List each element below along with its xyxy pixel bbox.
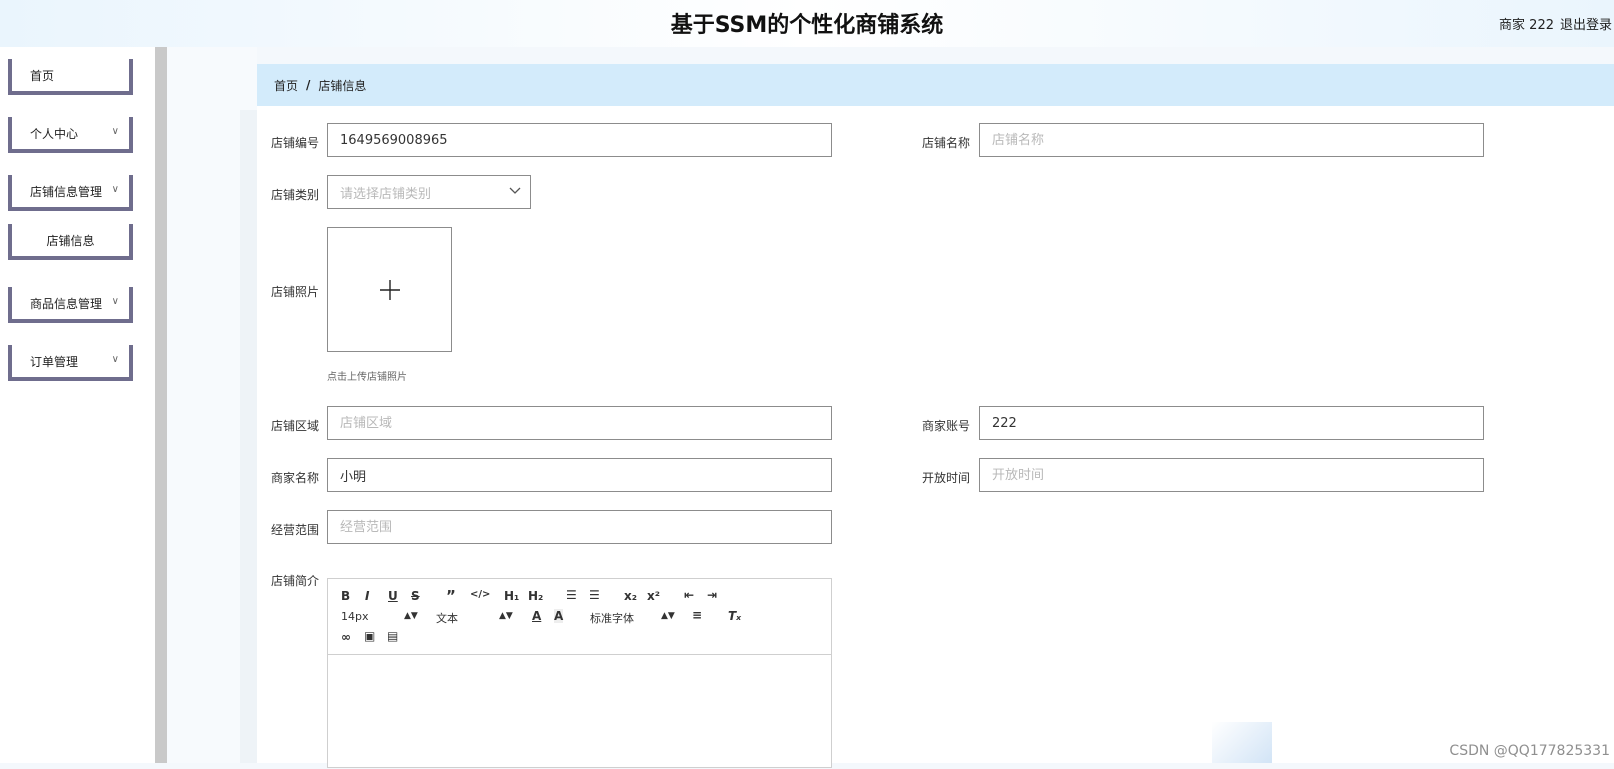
content-gutter-inner [240,110,258,763]
logout-link[interactable]: 退出登录 [1560,14,1612,33]
indent-icon[interactable]: ⇥ [707,588,717,602]
sidebar-item-label: 个人中心 [30,126,79,141]
shop-type-placeholder: 请选择店铺类别 [340,186,432,202]
shop-type-label: 店铺类别 [270,188,319,202]
sidebar: 首页 个人中心 ∨ 店铺信息管理 ∨ 店铺信息 商品信息管理 ∨ 订单管理 ∨ [0,47,157,763]
shop-no-input[interactable] [327,123,832,157]
corner-decoration [1212,722,1272,763]
sidebar-subitem-shop-info[interactable]: 店铺信息 [8,224,133,260]
main-content: 首页 / 店铺信息 店铺编号 店铺名称 店铺类别 请选择店铺类别 店铺照片 点击… [257,64,1614,768]
open-time-input[interactable] [979,458,1484,492]
shop-photo-hint: 点击上传店铺照片 [327,372,407,383]
video-icon[interactable]: ▤ [387,629,398,643]
sidebar-item-home[interactable]: 首页 [8,59,133,95]
strike-icon[interactable]: S [411,589,420,603]
shop-intro-editor: B I U S ” </> H₁ H₂ ☰ ☰ x₂ x² ⇤ ⇥ 14px ▲… [327,578,832,768]
header-select[interactable]: 文本 [436,610,458,626]
sidebar-item-order-management[interactable]: 订单管理 ∨ [8,345,133,381]
sidebar-item-label: 店铺信息管理 [30,184,103,199]
sidebar-item-product-management[interactable]: 商品信息管理 ∨ [8,287,133,323]
blockquote-icon[interactable]: ” [446,587,456,605]
breadcrumb-separator: / [306,78,311,92]
sidebar-item-label: 首页 [30,68,55,83]
chevron-down-icon: ∨ [111,354,119,365]
sidebar-scrollbar[interactable] [155,47,167,763]
background-color-icon[interactable]: A [554,609,564,623]
sort-arrows-icon: ▲▼ [499,611,513,621]
chevron-down-icon: ∨ [111,126,119,137]
merchant-account-label: 商家账号 [921,419,970,433]
underline-icon[interactable]: U [388,589,398,603]
chevron-down-icon: ∨ [111,184,119,195]
business-scope-label: 经营范围 [270,523,319,537]
header-1-icon[interactable]: H₁ [504,589,519,603]
sidebar-item-label: 订单管理 [30,354,79,369]
sidebar-item-label: 店铺信息 [46,233,95,248]
shop-intro-label: 店铺简介 [270,574,319,588]
current-user: 商家 222 [1499,18,1554,33]
sidebar-item-label: 商品信息管理 [30,296,103,311]
shop-photo-upload[interactable] [327,227,452,352]
bold-icon[interactable]: B [341,589,350,603]
top-header: 基于SSM的个性化商铺系统 商家 222 退出登录 [0,0,1614,47]
breadcrumb-current: 店铺信息 [318,78,367,93]
ordered-list-icon[interactable]: ☰ [566,588,577,602]
bullet-list-icon[interactable]: ☰ [589,588,600,602]
font-size-select[interactable]: 14px [341,610,369,623]
font-color-icon[interactable]: A [532,609,541,623]
outdent-icon[interactable]: ⇤ [684,588,694,602]
shop-name-label: 店铺名称 [921,136,970,150]
app-title: 基于SSM的个性化商铺系统 [670,13,944,38]
link-icon[interactable]: ∞ [341,630,351,644]
subscript-icon[interactable]: x₂ [624,589,637,603]
chevron-down-icon [509,187,521,194]
sidebar-item-personal-center[interactable]: 个人中心 ∨ [8,117,133,153]
shop-area-label: 店铺区域 [270,419,319,433]
plus-icon [380,280,400,300]
code-block-icon[interactable]: </> [470,589,490,600]
breadcrumb: 首页 / 店铺信息 [257,64,1614,106]
editor-content-area[interactable] [328,655,831,769]
font-family-select[interactable]: 标准字体 [590,610,634,626]
open-time-label: 开放时间 [921,471,970,485]
superscript-icon[interactable]: x² [647,589,660,603]
shop-photo-label: 店铺照片 [270,285,319,299]
sidebar-item-shop-info-management[interactable]: 店铺信息管理 ∨ [8,175,133,211]
shop-no-label: 店铺编号 [270,136,319,150]
sort-arrows-icon: ▲▼ [404,611,418,621]
chevron-down-icon: ∨ [111,296,119,307]
image-icon[interactable]: ▣ [364,629,375,643]
merchant-name-label: 商家名称 [270,471,319,485]
shop-area-input[interactable] [327,406,832,440]
shop-type-select[interactable]: 请选择店铺类别 [327,175,531,209]
italic-icon[interactable]: I [365,589,369,603]
shop-name-input[interactable] [979,123,1484,157]
clear-format-icon[interactable]: Tₓ [728,609,741,623]
align-icon[interactable]: ≡ [692,608,702,622]
merchant-name-input[interactable] [327,458,832,492]
header-2-icon[interactable]: H₂ [528,589,543,603]
watermark: CSDN @QQ177825331 [1449,743,1610,759]
breadcrumb-home[interactable]: 首页 [274,77,298,94]
business-scope-input[interactable] [327,510,832,544]
sort-arrows-icon: ▲▼ [661,611,675,621]
merchant-account-input[interactable] [979,406,1484,440]
editor-toolbar: B I U S ” </> H₁ H₂ ☰ ☰ x₂ x² ⇤ ⇥ 14px ▲… [328,579,831,655]
